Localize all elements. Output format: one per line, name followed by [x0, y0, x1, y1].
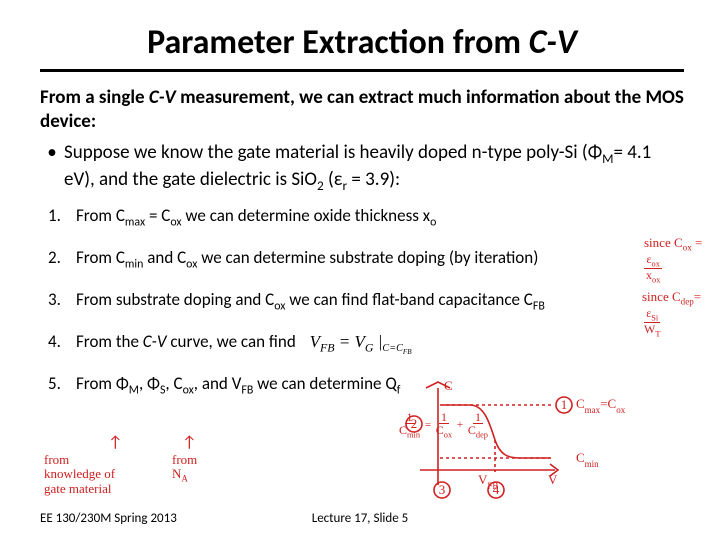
bullet-dot: •: [40, 140, 64, 195]
annotation-cox-eq: since Cox = εoxxox: [644, 236, 712, 285]
title-cv: C-V: [529, 22, 577, 63]
list-item: 4. From the C-V curve, we can find VFB =…: [48, 331, 684, 358]
svg-text:VFB: VFB: [478, 472, 498, 491]
eq-vfb: VFB = VG |C=CFB: [310, 332, 412, 351]
annotation-gate-material: from knowledge of gate material: [44, 453, 124, 496]
list-item: 1. From Cmax = Cox we can determine oxid…: [48, 205, 684, 231]
annotation-na: fromNA: [172, 453, 212, 484]
footer-left: EE 130/230M Spring 2013: [40, 511, 253, 526]
annotation-cdep-eq: since Cdep= εSiWT: [642, 290, 714, 339]
arrow-icon: ↑: [108, 433, 122, 452]
list-item: 2. From Cmin and Cox we can determine su…: [48, 247, 684, 273]
bullet-text: Suppose we know the gate material is hea…: [64, 140, 684, 195]
cv-curve-sketch: 1 2 3 4 C V Cmax=Cox Cmin VFB 1: [400, 380, 650, 510]
svg-text:Cmin: Cmin: [576, 450, 599, 469]
annotation-cmin-eq: 1Cmin = 1Cox + 1Cdep: [397, 411, 490, 440]
bullet-suppose: • Suppose we know the gate material is h…: [40, 140, 684, 195]
svg-text:C: C: [444, 380, 453, 393]
svg-text:V: V: [548, 472, 558, 487]
svg-text:3: 3: [439, 482, 446, 497]
title-rule: [40, 69, 684, 72]
slide-title: Parameter Extraction from C-V: [40, 22, 684, 63]
list-item: 3. From substrate doping and Cox we can …: [48, 289, 684, 315]
arrow-icon: ↑: [182, 433, 196, 452]
footer: EE 130/230M Spring 2013 Lecture 17, Slid…: [40, 511, 680, 526]
svg-text:1: 1: [561, 397, 568, 412]
svg-text:Cmax=Cox: Cmax=Cox: [576, 396, 626, 415]
intro-text: From a single C-V measurement, we can ex…: [40, 86, 684, 134]
footer-center: Lecture 17, Slide 5: [253, 511, 466, 526]
numbered-list: 1. From Cmax = Cox we can determine oxid…: [48, 205, 684, 399]
title-text: Parameter Extraction from: [147, 22, 529, 63]
